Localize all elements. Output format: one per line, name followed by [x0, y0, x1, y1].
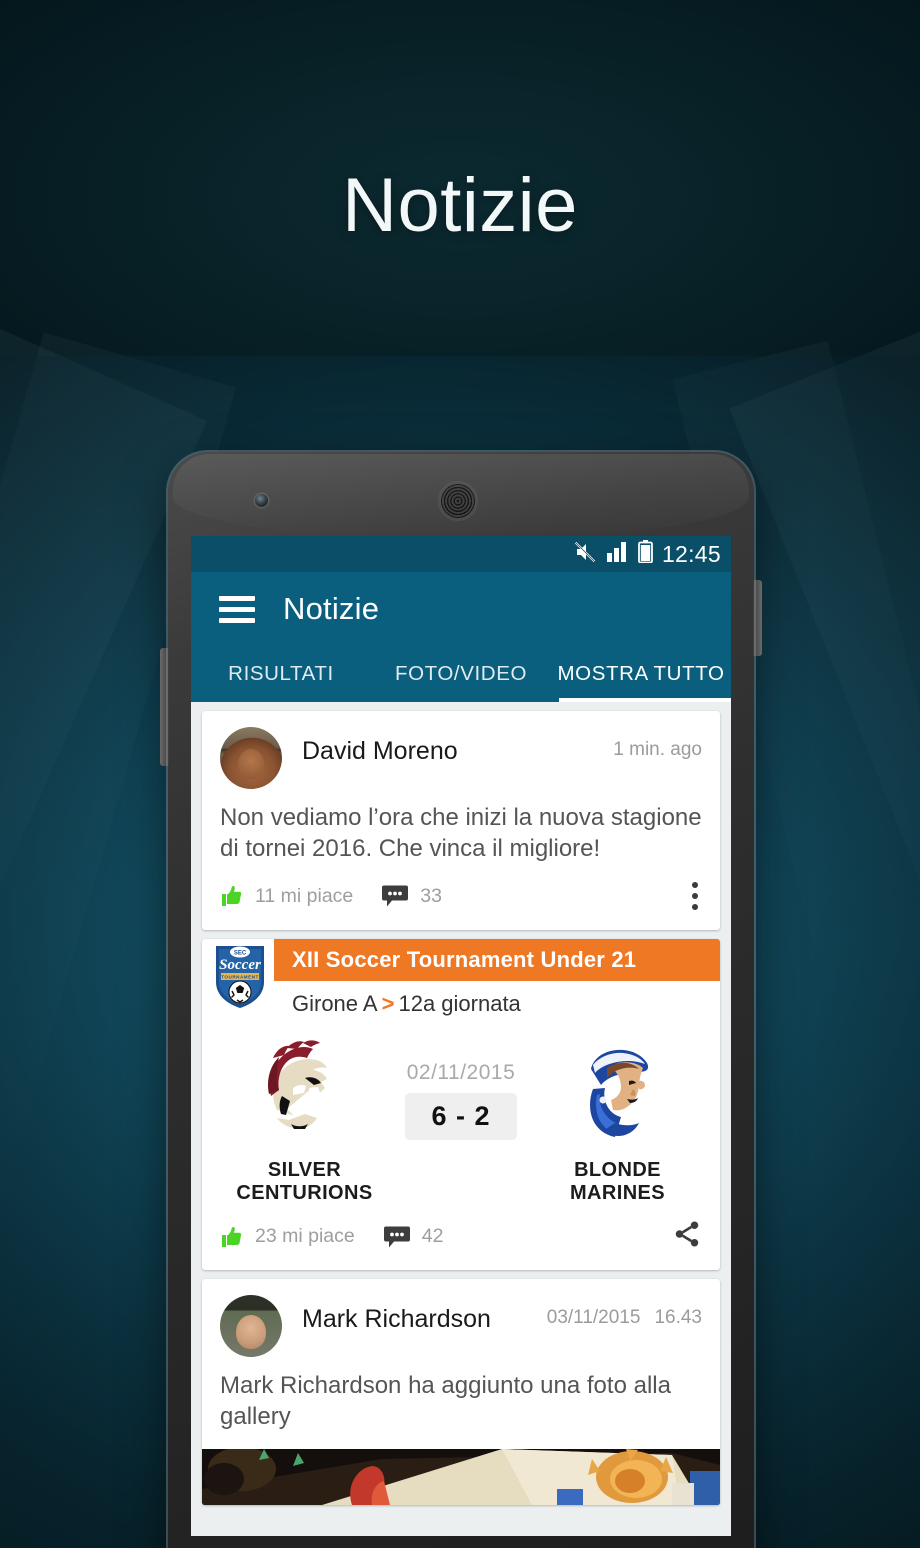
match-score-column: 02/11/2015 6 - 2 — [397, 1035, 525, 1141]
thumbs-up-icon — [220, 1225, 244, 1249]
home-team: SILVER CENTURIONS — [212, 1035, 397, 1205]
photo-post-card[interactable]: Mark Richardson 03/11/2015 16.43 Mark Ric… — [202, 1279, 720, 1505]
post-actions: 11 mi piace 33 — [202, 864, 720, 930]
photo-post-time: 16.43 — [654, 1307, 702, 1329]
phone-screen: 12:45 Notizie RISULTATI FOTO/VIDEO MOSTR… — [191, 536, 731, 1536]
post-timestamp: 1 min. ago — [613, 739, 702, 760]
post-card[interactable]: David Moreno 1 min. ago Non vediamo l’or… — [202, 711, 720, 931]
match-score: 6 - 2 — [405, 1093, 517, 1141]
tournament-title: XII Soccer Tournament Under 21 — [274, 939, 720, 982]
post-author: David Moreno — [302, 737, 458, 765]
photo-post-author: Mark Richardson — [302, 1305, 491, 1334]
photo-post-text: Mark Richardson ha aggiunto una foto all… — [220, 1372, 671, 1431]
match-round: 12a giornata — [398, 991, 521, 1017]
tab-foto-video[interactable]: FOTO/VIDEO — [371, 646, 551, 702]
match-card[interactable]: SEC Soccer TOURNAMENT XII Soccer Tournam… — [202, 939, 720, 1271]
post-header: David Moreno 1 min. ago — [202, 711, 720, 789]
home-team-logo-wrap — [212, 1035, 397, 1147]
avatar[interactable] — [220, 1295, 282, 1358]
match-group: Girone A — [292, 991, 378, 1017]
tab-bar: RISULTATI FOTO/VIDEO MOSTRA TUTTO — [191, 646, 731, 702]
home-team-name: SILVER CENTURIONS — [236, 1159, 373, 1205]
hamburger-icon[interactable] — [219, 595, 255, 623]
tab-risultati[interactable]: RISULTATI — [191, 646, 371, 702]
match-comment-action[interactable]: 42 — [383, 1225, 444, 1248]
comment-bubble-icon — [383, 1226, 411, 1248]
match-body: SILVER CENTURIONS 02/11/2015 6 - 2 BLOND… — [202, 1017, 720, 1205]
svg-text:TOURNAMENT: TOURNAMENT — [221, 975, 259, 980]
kebab-menu-icon[interactable] — [688, 878, 702, 914]
earpiece-speaker-icon — [439, 482, 477, 520]
volume-button[interactable] — [160, 648, 169, 766]
thumbs-up-icon — [220, 884, 244, 908]
gallery-photo[interactable] — [202, 1448, 720, 1505]
svg-text:Soccer: Soccer — [219, 957, 261, 973]
like-action[interactable]: 11 mi piace — [220, 884, 353, 908]
status-bar-clock: 12:45 — [661, 540, 721, 567]
share-icon[interactable] — [672, 1219, 702, 1254]
match-date: 02/11/2015 — [406, 1061, 516, 1085]
tournament-badge-icon: SEC Soccer TOURNAMENT — [216, 946, 264, 1009]
match-separator: > — [381, 991, 395, 1017]
comment-count: 33 — [420, 884, 442, 907]
photo-post-date: 03/11/2015 — [546, 1307, 641, 1329]
app-bar-title: Notizie — [283, 591, 380, 626]
comment-action[interactable]: 33 — [381, 885, 442, 908]
news-feed[interactable]: David Moreno 1 min. ago Non vediamo l’or… — [191, 702, 731, 1536]
photo-post-header: Mark Richardson 03/11/2015 16.43 — [202, 1279, 720, 1358]
app-bar: Notizie RISULTATI FOTO/VIDEO MOSTRA TUTT… — [191, 572, 731, 702]
front-camera-icon — [255, 494, 268, 507]
hero-title: Notizie — [342, 163, 578, 248]
centurion-helmet-icon — [267, 1040, 327, 1130]
match-like-action[interactable]: 23 mi piace — [220, 1225, 355, 1249]
match-actions: 23 mi piace 42 — [202, 1205, 720, 1270]
match-comment-count: 42 — [421, 1225, 444, 1248]
mute-icon — [573, 540, 597, 569]
phone-mockup: 12:45 Notizie RISULTATI FOTO/VIDEO MOSTR… — [160, 450, 762, 1548]
app-bar-top: Notizie — [191, 572, 731, 646]
match-header: SEC Soccer TOURNAMENT XII Soccer Tournam… — [202, 939, 720, 1009]
post-text: Non vediamo l’ora che inizi la nuova sta… — [220, 804, 702, 862]
marine-sailor-icon — [589, 1050, 648, 1138]
power-button[interactable] — [753, 580, 762, 656]
away-team: BLONDE MARINES — [525, 1035, 710, 1205]
tournament-badge-wrap: SEC Soccer TOURNAMENT — [202, 939, 274, 1009]
photo-post-timestamp: 03/11/2015 16.43 — [547, 1307, 702, 1329]
match-like-count: 23 mi piace — [255, 1225, 355, 1248]
like-count: 11 mi piace — [255, 884, 354, 907]
away-team-name: BLONDE MARINES — [569, 1159, 666, 1205]
match-subtitle: Girone A >12a giornata — [202, 981, 720, 1017]
comment-bubble-icon — [381, 885, 409, 907]
signal-icon — [606, 541, 629, 568]
avatar[interactable] — [220, 727, 282, 789]
status-bar: 12:45 — [191, 536, 731, 572]
battery-icon — [638, 540, 653, 568]
away-team-logo-wrap — [525, 1035, 710, 1147]
svg-text:SEC: SEC — [234, 951, 247, 957]
tab-mostra-tutto[interactable]: MOSTRA TUTTO — [551, 646, 731, 702]
